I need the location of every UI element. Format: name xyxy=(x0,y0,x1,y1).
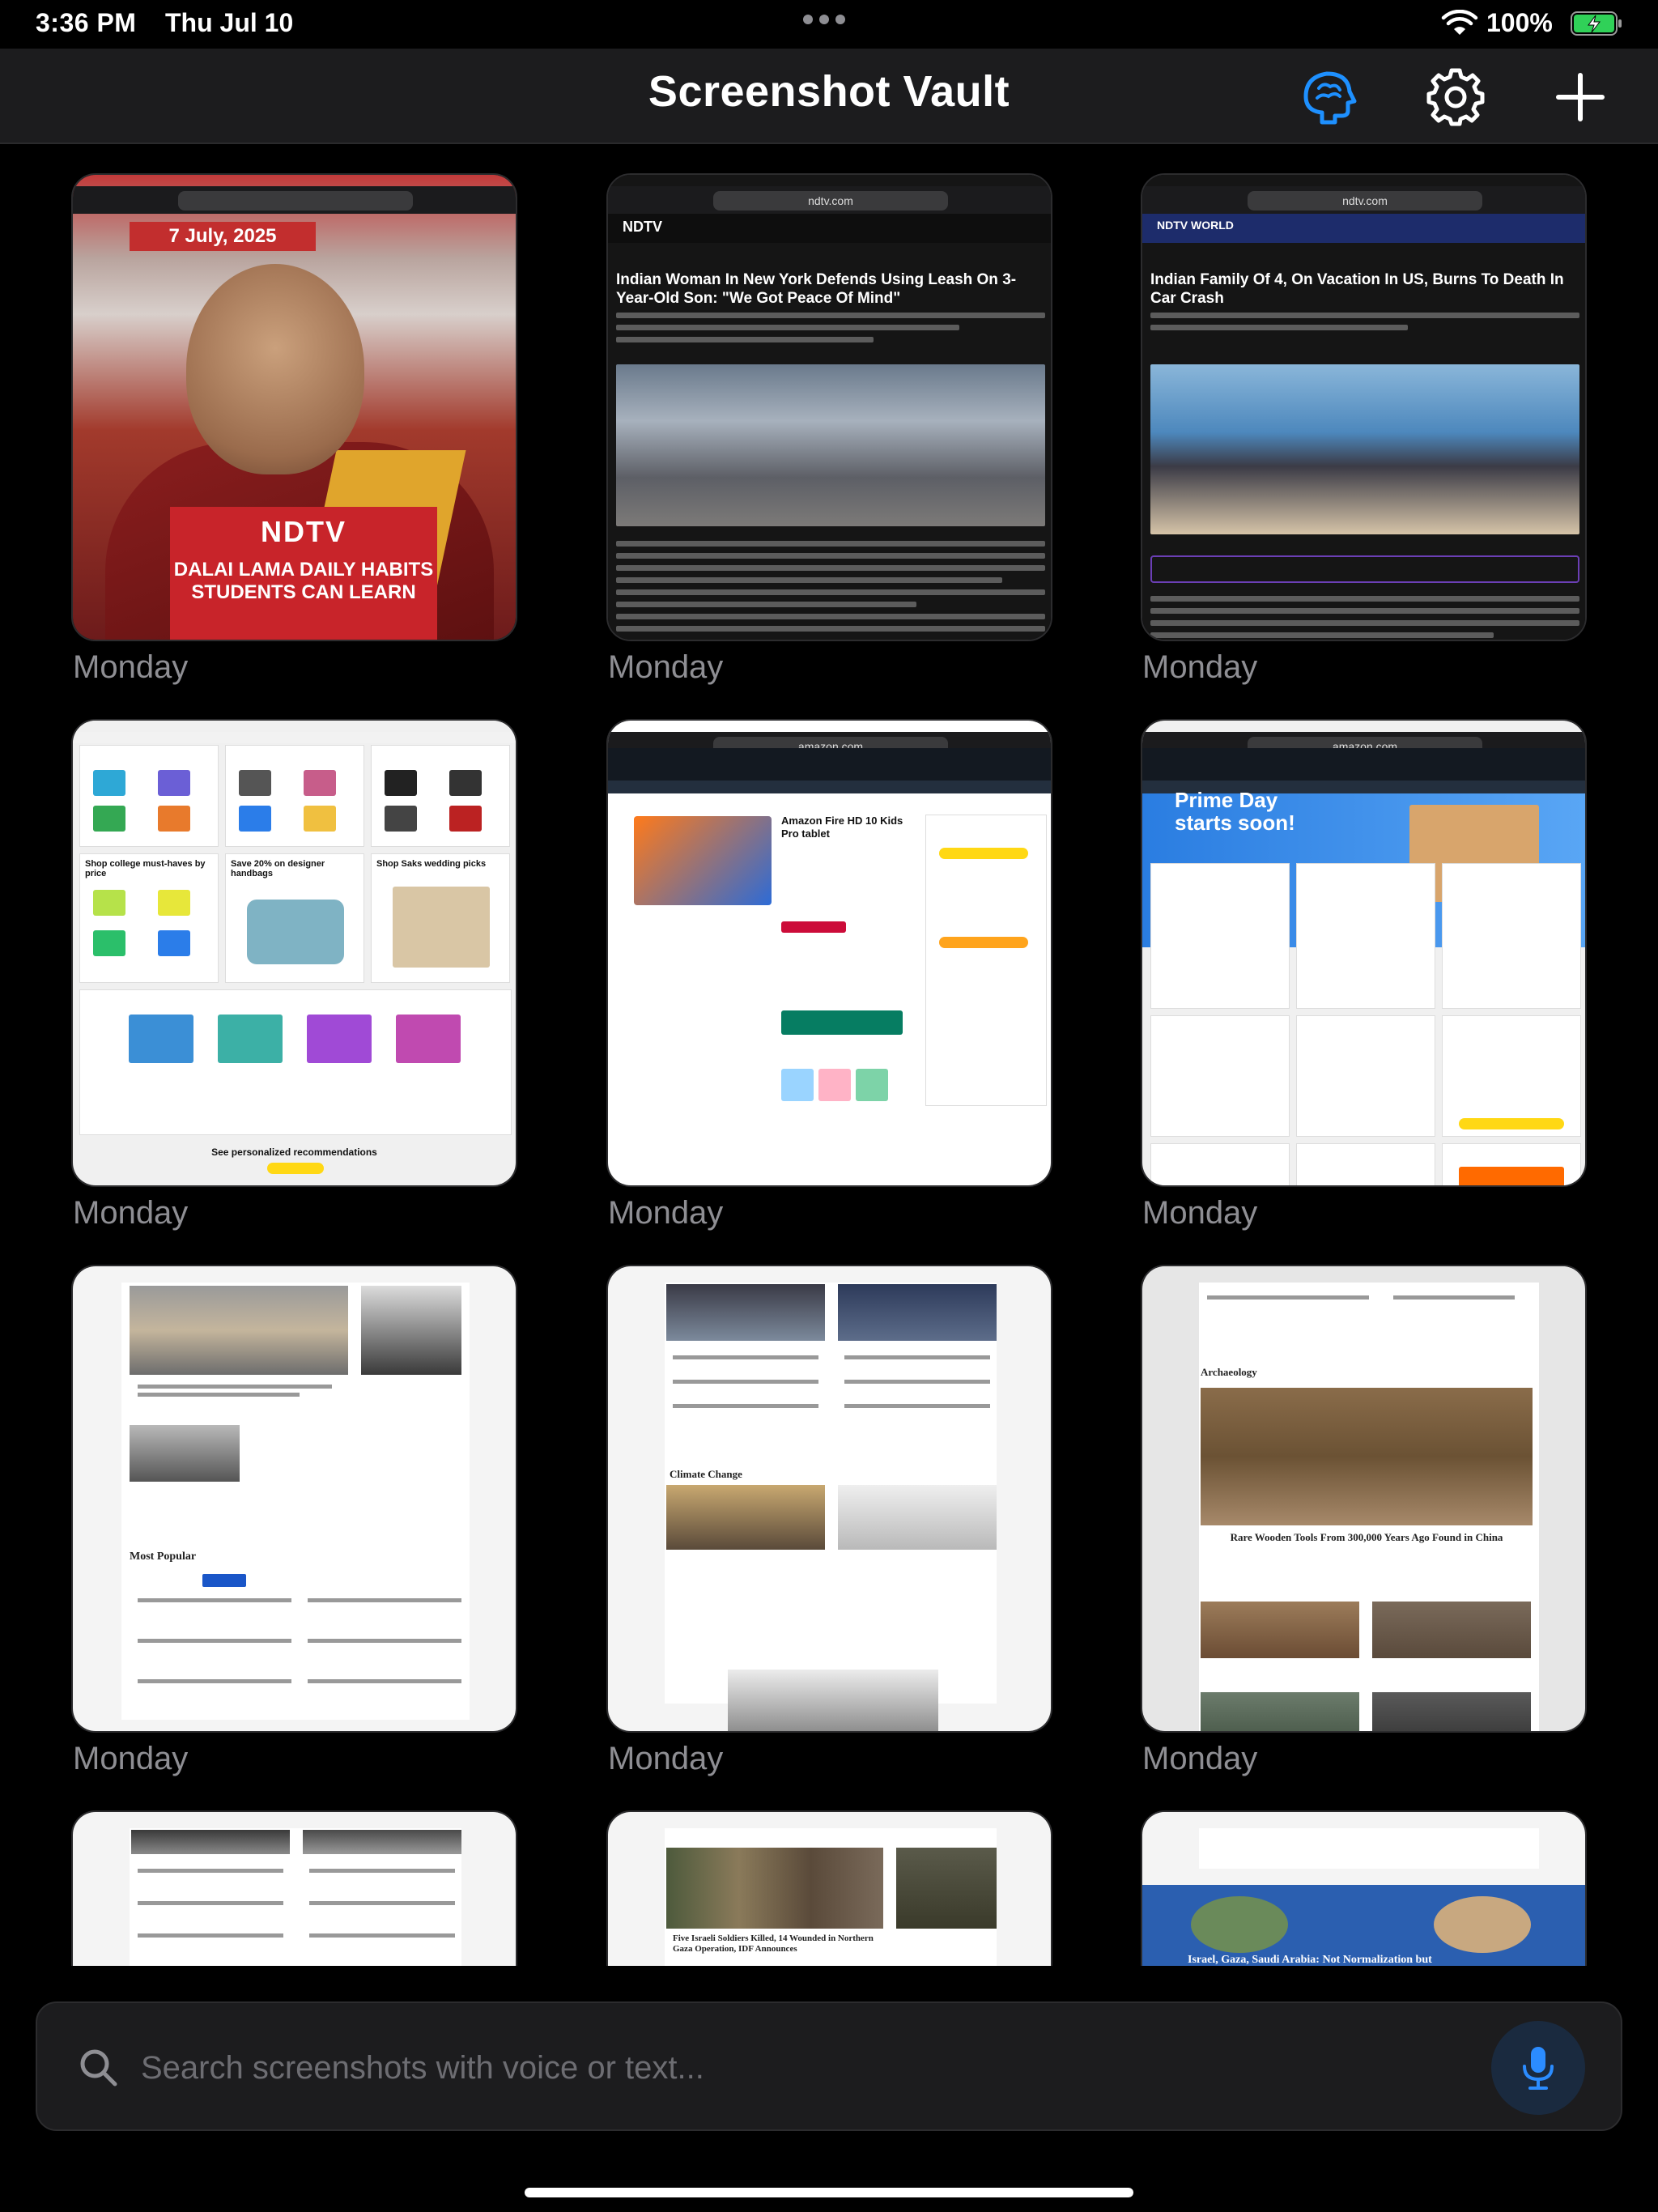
screenshot-card[interactable]: amazon.com Prime Day starts soon! Monday xyxy=(1141,719,1587,1231)
screenshot-thumbnail[interactable] xyxy=(71,1810,517,1966)
thumb-brand: NDTV xyxy=(623,219,662,235)
screenshot-thumbnail[interactable]: ndtv.com NDTV Indian Woman In New York D… xyxy=(606,173,1052,641)
screenshot-card[interactable]: ndtv.com NDTV WORLD Indian Family Of 4, … xyxy=(1141,173,1587,686)
battery-percent: 100% xyxy=(1486,8,1553,37)
brain-icon xyxy=(1303,71,1357,125)
card-date-label: Monday xyxy=(1142,649,1258,685)
screenshot-thumbnail[interactable]: Archaeology Rare Wooden Tools From 300,0… xyxy=(1141,1265,1587,1733)
screenshot-card[interactable]: 7 July, 2025 NDTV DALAI LAMA DAILY HABIT… xyxy=(71,173,517,686)
card-date-label: Monday xyxy=(1142,1195,1258,1231)
screenshot-thumbnail[interactable]: 7 July, 2025 NDTV DALAI LAMA DAILY HABIT… xyxy=(71,173,517,641)
thumb-footer: See personalized recommendations xyxy=(211,1146,377,1158)
screenshot-thumbnail[interactable]: Shop college must-haves by price Save 20… xyxy=(71,719,517,1187)
thumb-section: Most Popular xyxy=(130,1551,197,1563)
thumb-headline-panel: NDTV DALAI LAMA DAILY HABITS STUDENTS CA… xyxy=(170,507,437,640)
screenshot-thumbnail[interactable]: Five Israeli Soldiers Killed, 14 Wounded… xyxy=(606,1810,1052,1966)
thumb-headline: Five Israeli Soldiers Killed, 14 Wounded… xyxy=(673,1933,874,1954)
thumb-headline: Rare Wooden Tools From 300,000 Years Ago… xyxy=(1230,1531,1503,1543)
status-date: Thu Jul 10 xyxy=(165,8,294,37)
screenshot-thumbnail[interactable]: Climate Change xyxy=(606,1265,1052,1733)
screenshot-thumbnail[interactable]: amazon.com Prime Day starts soon! xyxy=(1141,719,1587,1187)
thumb-url: ndtv.com xyxy=(713,191,948,211)
thumb-headline: Israel, Gaza, Saudi Arabia: Not Normaliz… xyxy=(1188,1954,1432,1966)
card-date-label: Monday xyxy=(1142,1741,1258,1776)
screenshot-card[interactable]: ndtv.com NDTV Indian Woman In New York D… xyxy=(606,173,1052,686)
settings-button[interactable] xyxy=(1423,65,1488,130)
plus-icon xyxy=(1556,73,1605,121)
gear-icon xyxy=(1426,68,1485,126)
page-title: Screenshot Vault xyxy=(648,67,1010,116)
search-bar xyxy=(36,2001,1622,2131)
card-date-label: Monday xyxy=(608,649,724,685)
thumb-url: ndtv.com xyxy=(1248,191,1482,211)
multitasking-dots[interactable] xyxy=(803,15,845,24)
thumb-brand: NDTV WORLD xyxy=(1157,219,1234,232)
screenshot-thumbnail[interactable]: amazon.com Amazon Fire HD 10 Kids Pro ta… xyxy=(606,719,1052,1187)
screenshot-card[interactable]: Climate Change Monday xyxy=(606,1265,1052,1777)
screenshot-card[interactable]: Shop college must-haves by price Save 20… xyxy=(71,719,517,1231)
screenshot-card[interactable]: Five Israeli Soldiers Killed, 14 Wounded… xyxy=(606,1810,1052,1966)
card-date-label: Monday xyxy=(73,1741,189,1776)
thumb-section: Archaeology xyxy=(1201,1366,1257,1378)
screenshot-card[interactable]: amazon.com Amazon Fire HD 10 Kids Pro ta… xyxy=(606,719,1052,1231)
thumb-section: Climate Change xyxy=(670,1468,742,1480)
thumb-tile-title: Shop college must-haves by price xyxy=(85,859,206,878)
card-date-label: Monday xyxy=(608,1741,724,1776)
screenshot-thumbnail[interactable]: Israel, Gaza, Saudi Arabia: Not Normaliz… xyxy=(1141,1810,1587,1966)
thumb-headline: Indian Woman In New York Defends Using L… xyxy=(616,271,1017,307)
screenshot-thumbnail[interactable]: Most Popular xyxy=(71,1265,517,1733)
add-screenshot-button[interactable] xyxy=(1548,65,1613,130)
thumb-photo xyxy=(616,364,1045,526)
thumb-tile-title: Save 20% on designer handbags xyxy=(231,859,325,878)
screenshot-card[interactable]: Archaeology Rare Wooden Tools From 300,0… xyxy=(1141,1265,1587,1777)
thumb-headline: Indian Family Of 4, On Vacation In US, B… xyxy=(1150,271,1564,307)
portrait-photo xyxy=(186,264,364,474)
search-icon xyxy=(80,2049,117,2087)
screenshot-grid[interactable]: 7 July, 2025 NDTV DALAI LAMA DAILY HABIT… xyxy=(0,146,1658,1966)
microphone-icon xyxy=(1523,2047,1554,2090)
ai-brain-button[interactable] xyxy=(1295,65,1360,130)
wifi-icon xyxy=(1441,10,1478,35)
status-time: 3:36 PM xyxy=(36,8,137,37)
thumb-hero-text: Prime Day starts soon! xyxy=(1175,788,1295,835)
voice-search-button[interactable] xyxy=(1491,2021,1585,2115)
thumb-date-tag: 7 July, 2025 xyxy=(130,222,316,251)
app-header: Screenshot Vault xyxy=(0,49,1658,144)
thumb-tile-title: Shop Saks wedding picks xyxy=(376,859,487,869)
card-date-label: Monday xyxy=(73,1195,189,1231)
screenshot-thumbnail[interactable]: ndtv.com NDTV WORLD Indian Family Of 4, … xyxy=(1141,173,1587,641)
card-date-label: Monday xyxy=(608,1195,724,1231)
card-date-label: Monday xyxy=(73,649,189,685)
thumb-caption: DALAI LAMA DAILY HABITS STUDENTS CAN LEA… xyxy=(173,559,434,603)
thumb-product-title: Amazon Fire HD 10 Kids Pro tablet xyxy=(781,815,903,840)
status-bar: 3:36 PM Thu Jul 10 100% xyxy=(0,0,1658,49)
screenshot-card[interactable]: Israel, Gaza, Saudi Arabia: Not Normaliz… xyxy=(1141,1810,1587,1966)
thumb-photo xyxy=(1150,364,1579,534)
thumb-quick-read xyxy=(1150,555,1579,583)
screenshot-card[interactable] xyxy=(71,1810,517,1966)
search-input[interactable] xyxy=(141,2032,1501,2104)
thumb-brand: NDTV xyxy=(261,515,346,548)
battery-charging-icon xyxy=(1571,11,1622,36)
screenshot-card[interactable]: Most Popular Monday xyxy=(71,1265,517,1777)
home-indicator[interactable] xyxy=(525,2188,1133,2197)
